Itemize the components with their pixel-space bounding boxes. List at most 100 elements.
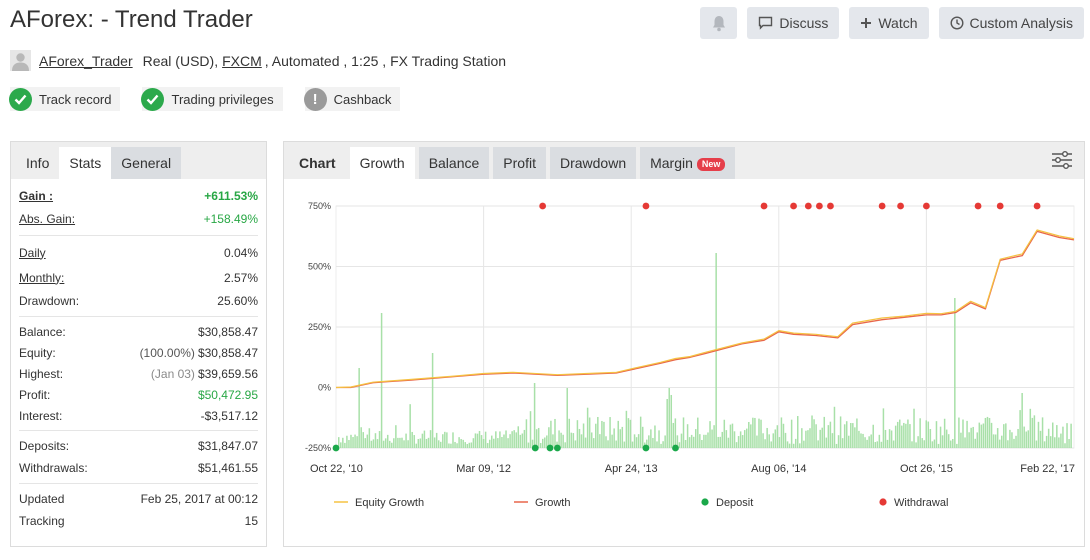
account-details: , Automated , 1:25 , FX Trading Station: [264, 52, 507, 69]
volume-bar: [737, 436, 740, 448]
tab-growth[interactable]: Growth: [349, 147, 415, 179]
volume-bar: [837, 435, 840, 448]
trader-link[interactable]: AForex_Trader: [39, 53, 133, 69]
legend-deposit-swatch: [701, 498, 709, 506]
volume-bar: [815, 424, 817, 448]
tab-info[interactable]: Info: [16, 147, 60, 179]
volume-bar: [731, 423, 734, 448]
volume-bar: [788, 443, 791, 448]
volume-bar: [427, 437, 430, 448]
drawdown-label: Drawdown:: [19, 294, 80, 308]
volume-bar: [845, 421, 848, 448]
volume-bar: [866, 439, 868, 448]
custom-analysis-button[interactable]: Custom Analysis: [938, 7, 1084, 39]
settings-sliders-icon[interactable]: [1051, 150, 1073, 175]
volume-bar: [599, 434, 601, 448]
stat-equity: Equity: (100.00%) $30,858.47: [19, 342, 258, 363]
volume-bar: [615, 440, 617, 448]
tab-drawdown[interactable]: Drawdown: [549, 147, 637, 179]
x-tick-label: Aug 06, '14: [751, 463, 806, 475]
volume-bar: [344, 442, 346, 448]
updated-value: Feb 25, 2017 at 00:12: [140, 492, 258, 506]
volume-bar: [678, 442, 681, 448]
volume-bar: [1064, 443, 1066, 448]
track-record-badge[interactable]: Track record: [9, 87, 121, 111]
volume-bar: [509, 434, 511, 448]
volume-bar: [454, 441, 456, 448]
volume-bar: [458, 437, 460, 448]
volume-bar: [368, 428, 371, 448]
volume-bar: [701, 439, 703, 448]
volume-bar: [440, 441, 442, 448]
volume-bar: [448, 443, 450, 448]
discuss-button[interactable]: Discuss: [747, 7, 840, 39]
cashback-badge[interactable]: ! Cashback: [303, 87, 401, 111]
volume-bar: [998, 439, 1001, 448]
trading-privileges-badge[interactable]: Trading privileges: [141, 87, 283, 111]
volume-bar: [354, 434, 356, 448]
volume-bar: [419, 438, 422, 448]
volume-bar: [825, 437, 828, 448]
volume-bar: [470, 442, 473, 448]
volume-bar: [684, 439, 687, 448]
gain-label[interactable]: Gain :: [19, 189, 53, 203]
x-tick-label: Oct 22, '10: [310, 463, 363, 475]
volume-bar: [1027, 430, 1030, 448]
y-tick-label: 750%: [308, 201, 331, 211]
volume-bar: [405, 433, 407, 448]
tab-balance[interactable]: Balance: [418, 147, 490, 179]
account-type: Real (USD),: [142, 52, 219, 69]
tab-margin[interactable]: Margin New: [640, 147, 736, 179]
volume-bar: [1045, 435, 1048, 448]
volume-bar: [784, 432, 787, 448]
volume-bar: [393, 438, 395, 448]
tab-general[interactable]: General: [111, 147, 182, 179]
volume-bar: [921, 438, 923, 448]
monthly-label[interactable]: Monthly:: [19, 271, 64, 285]
volume-bar: [705, 434, 707, 448]
stat-drawdown: Drawdown: 25.60%: [19, 290, 258, 312]
volume-bar: [654, 425, 656, 448]
volume-bar: [776, 425, 779, 448]
volume-bar: [517, 426, 520, 448]
volume-bar: [772, 433, 775, 448]
broker-link[interactable]: FXCM: [222, 53, 262, 69]
volume-bar: [1060, 433, 1062, 448]
volume-bar: [958, 417, 960, 448]
volume-bar: [478, 430, 481, 448]
volume-bar: [1011, 432, 1013, 448]
volume-bar: [713, 425, 715, 448]
tab-profit[interactable]: Profit: [493, 147, 546, 179]
clock-icon: [950, 16, 964, 30]
volume-bar: [637, 434, 640, 448]
volume-bar: [356, 436, 358, 448]
volume-bar: [817, 440, 819, 448]
volume-bar: [682, 417, 685, 448]
volume-bar: [425, 438, 428, 448]
volume-bar: [945, 429, 948, 448]
volume-bar: [378, 431, 381, 448]
volume-bar: [754, 417, 756, 448]
volume-bar: [819, 429, 821, 448]
volume-bar: [568, 418, 571, 448]
watch-label: Watch: [878, 15, 918, 31]
volume-bar: [444, 431, 446, 448]
watch-button[interactable]: Watch: [849, 7, 929, 39]
volume-bar: [586, 407, 589, 448]
volume-bar: [656, 441, 658, 448]
volume-bar: [823, 416, 826, 448]
tracking-value: 15: [244, 514, 258, 528]
volume-bar: [411, 431, 413, 448]
equity-label: Equity:: [19, 345, 56, 360]
tab-chart[interactable]: Chart: [289, 147, 346, 179]
volume-bar: [880, 441, 883, 448]
daily-label[interactable]: Daily: [19, 246, 46, 260]
tab-stats[interactable]: Stats: [59, 147, 112, 179]
volume-bar: [613, 428, 615, 448]
abs-gain-label[interactable]: Abs. Gain:: [19, 212, 75, 226]
volume-bar: [809, 428, 811, 448]
stat-updated: Updated Feb 25, 2017 at 00:12: [19, 488, 258, 510]
volume-bar: [943, 418, 946, 448]
notification-button[interactable]: [700, 7, 738, 39]
volume-bar: [560, 432, 562, 448]
